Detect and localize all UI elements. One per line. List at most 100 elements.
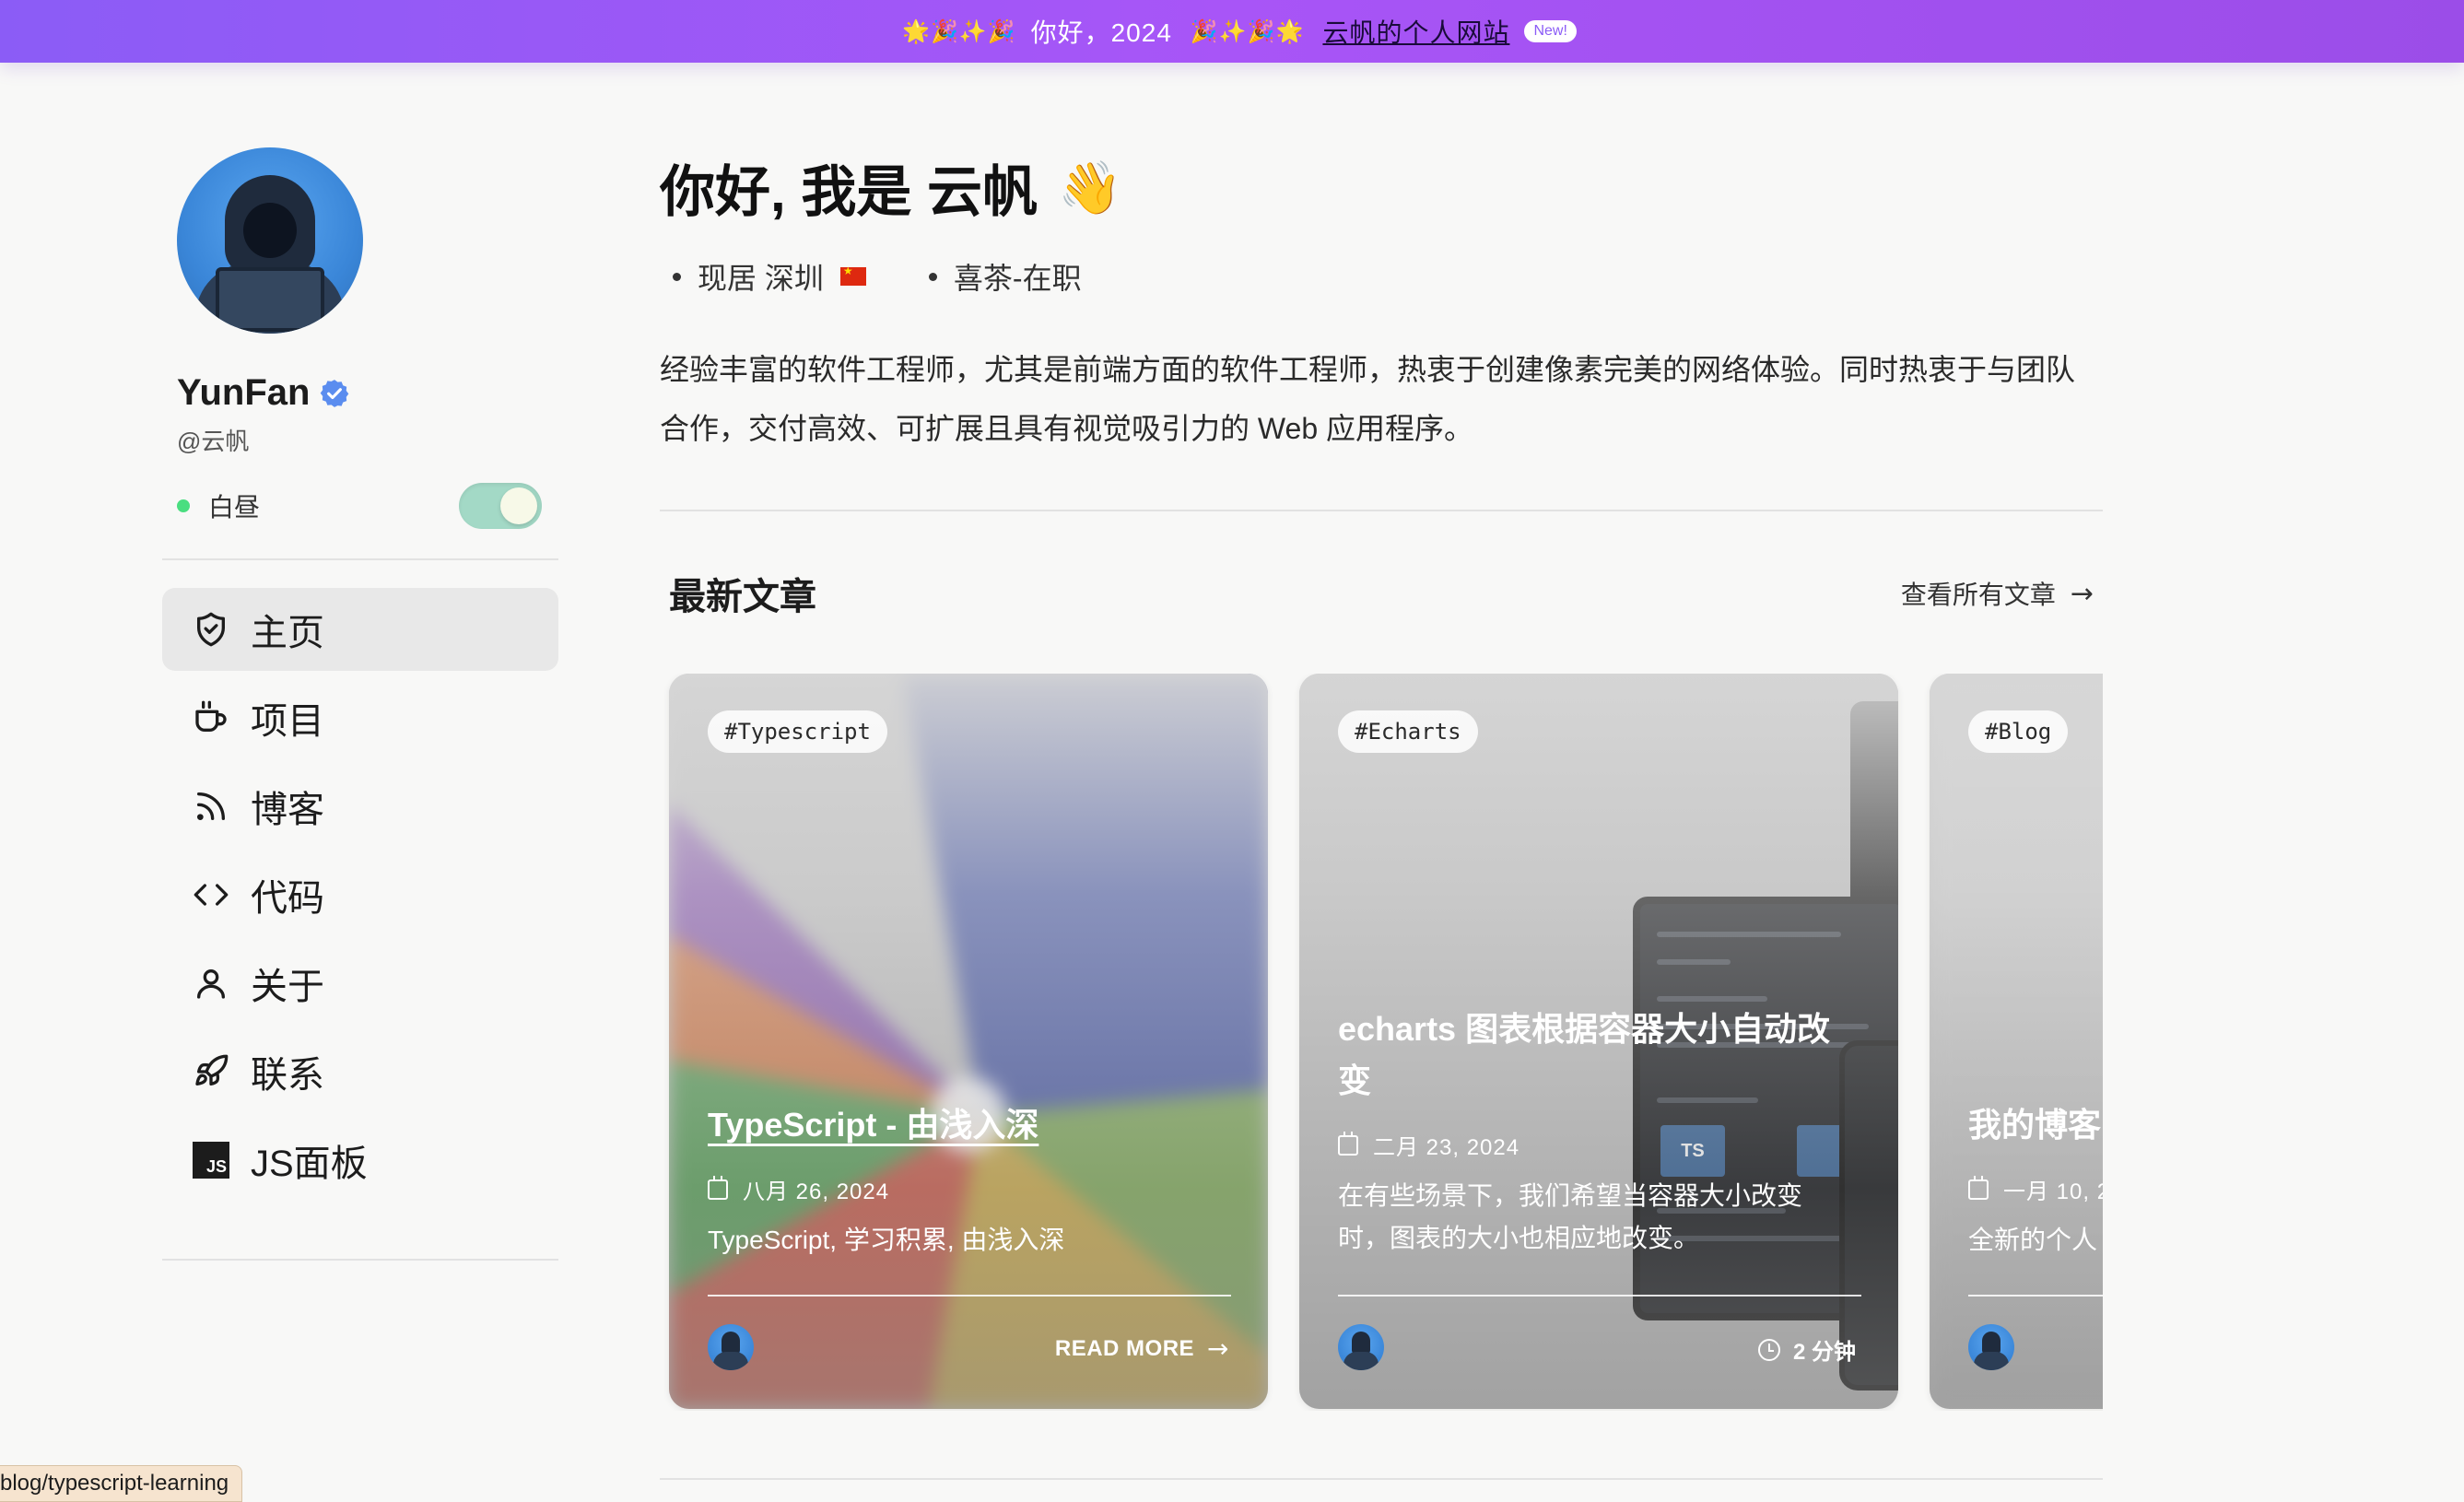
nav-item-blog[interactable]: 博客 bbox=[162, 765, 558, 848]
new-badge: New! bbox=[1524, 20, 1577, 42]
article-card-echarts[interactable]: TS # Echarts echarts 图表根据容器大小自动改变 二月 23,… bbox=[1299, 674, 1898, 1409]
nav-label-about: 关于 bbox=[251, 967, 324, 1007]
main-content: 你好, 我是 云帆 👋 现居 深圳 喜茶-在职 经验丰富的软件工程师，尤其是前端… bbox=[660, 147, 2103, 1411]
view-all-label: 查看所有文章 bbox=[1900, 581, 2056, 609]
code-brackets-icon bbox=[192, 875, 230, 914]
hero-title: 你好, 我是 云帆 bbox=[660, 161, 1038, 223]
shield-check-icon bbox=[192, 610, 230, 649]
link-hover-status: blog/typescript-learning bbox=[0, 1465, 243, 1502]
party-emoji-left: 🌟🎉✨🎉 bbox=[902, 18, 1016, 44]
bottom-divider bbox=[660, 1478, 2103, 1480]
theme-row: 白昼 bbox=[177, 483, 542, 529]
card-overlay bbox=[1930, 674, 2103, 1409]
theme-status: 白昼 bbox=[177, 487, 260, 524]
sidebar: YunFan @云帆 白昼 主页 项目 博客 代码 关于 联系 JS JS面板 bbox=[162, 147, 558, 1261]
fact-location: 现居 深圳 bbox=[660, 255, 866, 298]
calendar-icon bbox=[1338, 1131, 1358, 1156]
waving-hand-emoji: 👋 bbox=[1058, 158, 1122, 218]
author-avatar bbox=[1968, 1324, 2014, 1370]
announcement-banner: 🌟🎉✨🎉 你好，2024 🎉✨🎉🌟 云帆的个人网站 New! bbox=[0, 0, 2464, 63]
nav-label-code: 代码 bbox=[251, 878, 324, 919]
card-date-text: 八月 26, 2024 bbox=[743, 1179, 890, 1204]
card-title[interactable]: TypeScript - 由浅入深 bbox=[708, 1099, 1038, 1151]
section-title: 最新文章 bbox=[669, 577, 816, 617]
bullet bbox=[928, 272, 937, 281]
article-card-blog[interactable]: # Blog 我的博客 一月 10, 2 全新的个人 bbox=[1930, 674, 2103, 1409]
read-more-label: READ MORE bbox=[1054, 1335, 1195, 1361]
nav-item-about[interactable]: 关于 bbox=[162, 942, 558, 1025]
card-divider bbox=[708, 1295, 1231, 1297]
profile-name-row: YunFan bbox=[177, 372, 558, 414]
user-icon bbox=[192, 964, 230, 1003]
arrow-right-icon: → bbox=[1207, 1333, 1229, 1364]
coffee-cup-icon bbox=[192, 698, 230, 737]
profile-name: YunFan bbox=[177, 372, 311, 413]
author-avatar bbox=[708, 1324, 754, 1370]
card-divider bbox=[1338, 1295, 1861, 1297]
nav-item-code[interactable]: 代码 bbox=[162, 853, 558, 936]
tag-chip[interactable]: # Typescript bbox=[708, 710, 887, 753]
nav-label-contact: 联系 bbox=[251, 1055, 324, 1096]
card-divider bbox=[1968, 1295, 2103, 1297]
clock-icon bbox=[1757, 1338, 1780, 1361]
view-all-articles-link[interactable]: 查看所有文章 → bbox=[1901, 575, 2094, 612]
profile-handle: @云帆 bbox=[177, 428, 250, 455]
read-more-link[interactable]: READ MORE → bbox=[1055, 1333, 1229, 1364]
card-date-text: 一月 10, 2 bbox=[2003, 1179, 2103, 1204]
toggle-knob bbox=[500, 487, 537, 524]
theme-toggle[interactable] bbox=[459, 483, 542, 529]
js-logo-text: JS bbox=[193, 1142, 229, 1179]
article-cards: # Typescript TypeScript - 由浅入深 八月 26, 20… bbox=[660, 674, 2103, 1411]
card-date: 八月 26, 2024 bbox=[708, 1173, 889, 1205]
arrow-right-icon: → bbox=[2070, 577, 2094, 610]
avatar[interactable] bbox=[177, 147, 363, 334]
js-logo-icon: JS bbox=[192, 1141, 230, 1179]
banner-greeting: 你好，2024 bbox=[1030, 18, 1172, 47]
verified-badge-icon bbox=[321, 379, 349, 407]
china-flag-icon bbox=[839, 264, 866, 286]
nav-label-projects: 项目 bbox=[251, 701, 324, 742]
card-title[interactable]: echarts 图表根据容器大小自动改变 bbox=[1338, 1003, 1854, 1107]
nav-item-projects[interactable]: 项目 bbox=[162, 676, 558, 759]
card-title[interactable]: 我的博客 bbox=[1968, 1099, 2101, 1151]
banner-site-link[interactable]: 云帆的个人网站 bbox=[1322, 13, 1509, 50]
fact-job-text: 喜茶-在职 bbox=[953, 262, 1082, 295]
card-description: TypeScript, 学习积累, 由浅入深 bbox=[708, 1226, 1065, 1254]
main-divider bbox=[660, 510, 2103, 511]
calendar-icon bbox=[1968, 1175, 1989, 1200]
latest-articles-header: 最新文章 查看所有文章 → bbox=[660, 567, 2103, 620]
tag-chip[interactable]: # Echarts bbox=[1338, 710, 1478, 753]
bullet bbox=[673, 272, 681, 281]
article-card-typescript[interactable]: # Typescript TypeScript - 由浅入深 八月 26, 20… bbox=[669, 674, 1268, 1409]
nav-label-blog: 博客 bbox=[251, 790, 324, 830]
nav-item-contact[interactable]: 联系 bbox=[162, 1030, 558, 1113]
rss-icon bbox=[192, 787, 230, 826]
status-dot bbox=[177, 499, 190, 512]
sidebar-divider-bottom bbox=[162, 1259, 558, 1261]
sidebar-divider-top bbox=[162, 558, 558, 560]
card-date: 一月 10, 2 bbox=[1968, 1173, 2103, 1205]
card-description: 全新的个人 bbox=[1968, 1226, 2098, 1254]
hero-facts: 现居 深圳 喜茶-在职 bbox=[660, 255, 2103, 298]
tag-chip[interactable]: # Blog bbox=[1968, 710, 2069, 753]
calendar-icon bbox=[708, 1175, 728, 1200]
card-overlay bbox=[669, 674, 1268, 1409]
tag-label: Blog bbox=[1998, 719, 2052, 745]
nav-label-home: 主页 bbox=[251, 613, 324, 653]
party-emoji-right: 🎉✨🎉🌟 bbox=[1190, 18, 1305, 44]
theme-label: 白昼 bbox=[208, 493, 261, 522]
tag-label: Typescript bbox=[737, 719, 871, 745]
read-time-text: 2 分钟 bbox=[1792, 1340, 1856, 1365]
card-date: 二月 23, 2024 bbox=[1338, 1129, 1519, 1161]
tag-label: Echarts bbox=[1367, 719, 1461, 745]
card-date-text: 二月 23, 2024 bbox=[1373, 1135, 1520, 1160]
nav-item-home[interactable]: 主页 bbox=[162, 588, 558, 671]
avatar-laptop bbox=[216, 267, 324, 332]
fact-location-text: 现居 深圳 bbox=[698, 262, 824, 295]
card-description: 在有些场景下，我们希望当容器大小改变时，图表的大小也相应地改变。 bbox=[1338, 1181, 1803, 1252]
nav-label-js-panel: JS面板 bbox=[251, 1144, 368, 1184]
read-time: 2 分钟 bbox=[1757, 1333, 1856, 1366]
nav-item-js-panel[interactable]: JS JS面板 bbox=[162, 1119, 558, 1202]
author-avatar bbox=[1338, 1324, 1384, 1370]
avatar-face bbox=[243, 203, 297, 258]
